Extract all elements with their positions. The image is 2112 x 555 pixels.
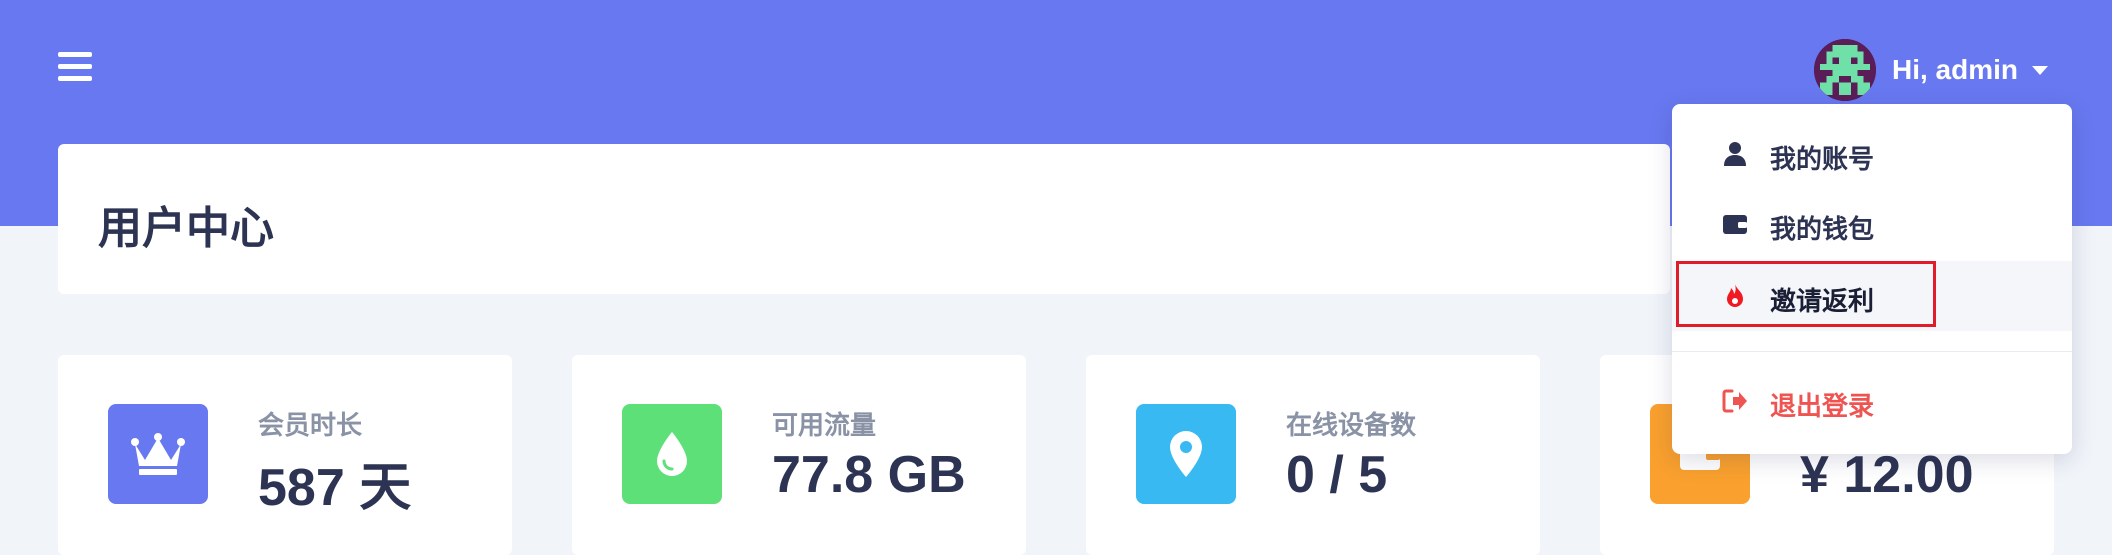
dropdown-item-logout[interactable]: 退出登录 bbox=[1672, 366, 2072, 436]
stat-value: ¥ 12.00 bbox=[1800, 446, 1974, 504]
dropdown-item-label: 退出登录 bbox=[1770, 391, 1875, 421]
stat-value: 0 / 5 bbox=[1286, 446, 1388, 504]
sign-out-icon bbox=[1722, 389, 1747, 413]
dropdown-item-wallet[interactable]: 我的钱包 bbox=[1672, 189, 2072, 259]
stat-card-devices: 在线设备数 0 / 5 bbox=[1086, 355, 1540, 555]
dropdown-item-account[interactable]: 我的账号 bbox=[1672, 119, 2072, 189]
stat-value: 587 天 bbox=[258, 459, 412, 517]
stat-label: 在线设备数 bbox=[1286, 410, 1417, 440]
avatar bbox=[1814, 39, 1876, 101]
stat-label: 可用流量 bbox=[772, 410, 877, 440]
user-menu-toggle[interactable]: Hi, admin bbox=[1814, 38, 2049, 102]
user-greeting: Hi, admin bbox=[1892, 54, 2019, 85]
stat-value: 77.8 GB bbox=[772, 446, 966, 504]
dropdown-item-label: 我的账号 bbox=[1770, 144, 1875, 174]
user-icon bbox=[1724, 142, 1746, 166]
map-marker-icon bbox=[1136, 404, 1236, 504]
stat-card-membership: 会员时长 587 天 bbox=[58, 355, 512, 555]
user-dropdown-menu: 我的账号 我的钱包 邀请返利 退出登录 bbox=[1672, 104, 2072, 454]
caret-down-icon bbox=[2032, 65, 2049, 75]
page-title: 用户中心 bbox=[98, 204, 274, 253]
crown-icon bbox=[108, 404, 208, 504]
stat-card-traffic: 可用流量 77.8 GB bbox=[572, 355, 1026, 555]
menu-toggle-icon[interactable] bbox=[58, 52, 92, 82]
stat-label: 会员时长 bbox=[258, 410, 363, 440]
droplet-icon bbox=[622, 404, 722, 504]
highlight-box bbox=[1676, 261, 1936, 327]
page-header-card: 用户中心 bbox=[58, 144, 1670, 294]
dropdown-divider bbox=[1672, 351, 2072, 352]
dropdown-item-label: 我的钱包 bbox=[1770, 214, 1875, 244]
wallet-icon bbox=[1723, 215, 1747, 234]
